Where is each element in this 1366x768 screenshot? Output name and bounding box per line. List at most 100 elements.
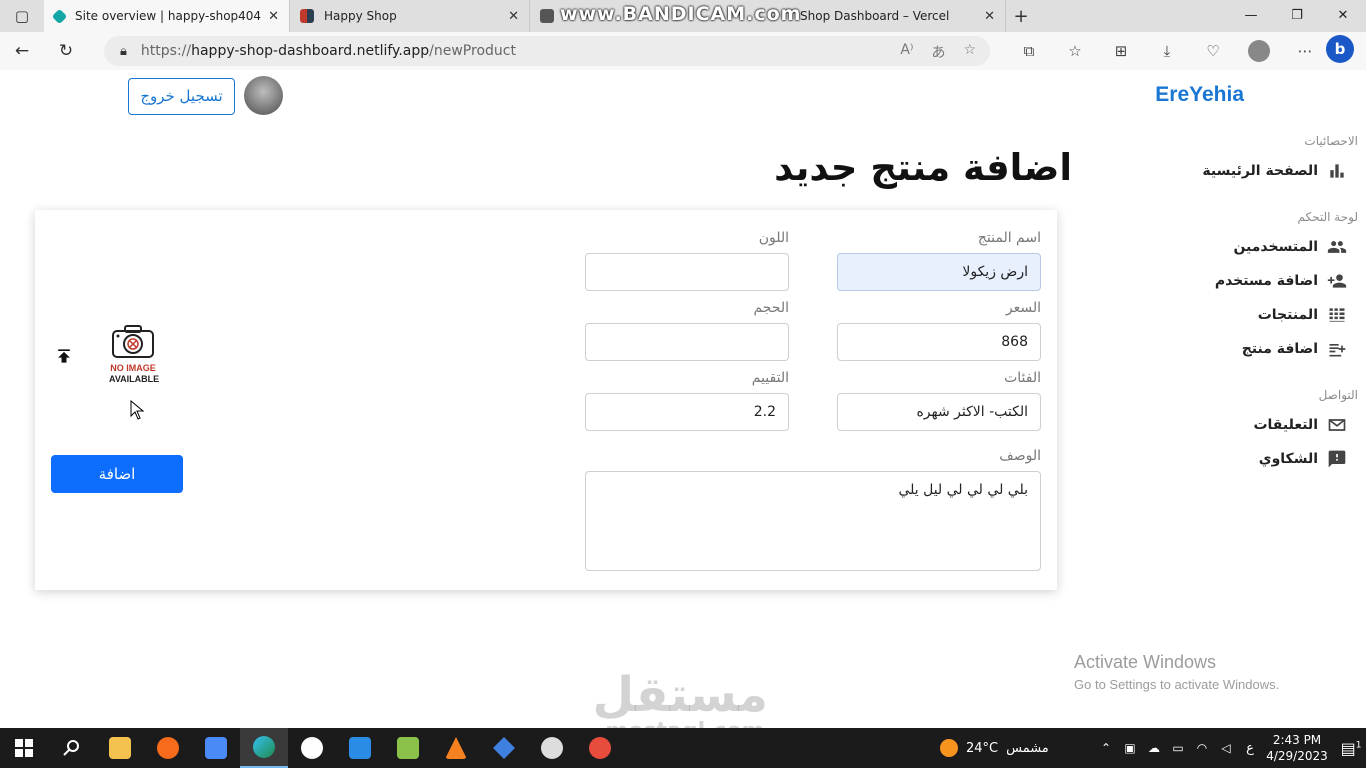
site-watermark: مستقل mostaql.com [592, 670, 768, 729]
refresh-icon[interactable]: ↻ [44, 41, 88, 61]
notifications-icon[interactable]: ▤1 [1336, 739, 1366, 758]
android-studio-icon[interactable] [384, 728, 432, 768]
close-tab-icon[interactable]: ✕ [984, 9, 995, 24]
more-icon[interactable]: ⋯ [1282, 38, 1328, 72]
start-icon[interactable] [0, 728, 48, 768]
recording-watermark: www.BANDICAM.com [560, 3, 802, 25]
tab-happy-shop[interactable]: Happy Shop ✕ [290, 0, 530, 32]
activate-title: Activate Windows [1074, 652, 1217, 672]
product-name-label: اسم المنتج [977, 230, 1041, 246]
weather-widget[interactable]: 24°C مشمس [940, 728, 1049, 768]
network-device-icon[interactable]: ▣ [1118, 741, 1142, 755]
profile-icon[interactable] [1236, 38, 1282, 72]
vlc-icon[interactable] [432, 728, 480, 768]
upload-icon[interactable] [54, 346, 74, 366]
sidebar-item-users[interactable]: المتسخدمين [1122, 230, 1362, 264]
sun-icon [940, 739, 958, 757]
url-scheme: https:// [140, 43, 192, 59]
product-name-input[interactable]: ارض زيكولا [837, 253, 1041, 291]
back-icon[interactable]: ← [0, 41, 44, 61]
minimize-icon[interactable]: — [1228, 0, 1274, 32]
close-tab-icon[interactable]: ✕ [268, 9, 279, 24]
sidebar-item-add-user[interactable]: اضافة مستخدم [1122, 264, 1362, 298]
netlify-favicon-icon [51, 8, 68, 24]
url-path: /newProduct [429, 43, 516, 59]
clock[interactable]: 2:43 PM 4/29/2023 [1262, 732, 1332, 764]
media-player-icon[interactable] [528, 728, 576, 768]
no-image-text: NO IMAGE [110, 363, 156, 373]
bandicam-icon[interactable] [576, 728, 624, 768]
page-title: اضافة منتج جديد [774, 146, 1072, 189]
browser-actions: ⧉ ☆ ⊞ ⤓ ♡ ⋯ [1006, 38, 1328, 72]
close-window-icon[interactable]: ✕ [1320, 0, 1366, 32]
edge-icon[interactable] [240, 728, 288, 768]
read-aloud-icon[interactable]: A⁾ [900, 42, 913, 62]
search-icon[interactable] [48, 728, 96, 768]
windows-taskbar: 24°C مشمس ⌃ ▣ ☁ ▭ ◠ ◁ ع 2:43 PM 4/29/202… [0, 728, 1366, 768]
price-label: السعر [1005, 300, 1041, 316]
workspaces-icon[interactable]: ▢ [0, 0, 44, 32]
wifi-icon[interactable]: ◠ [1190, 741, 1214, 755]
logout-button[interactable]: تسجيل خروج [128, 78, 235, 115]
add-product-button[interactable]: اضافة [51, 455, 183, 493]
downloads-icon[interactable]: ⤓ [1144, 38, 1190, 72]
system-tray: ⌃ ▣ ☁ ▭ ◠ ◁ ع 2:43 PM 4/29/2023 ▤1 [1094, 728, 1366, 768]
sidebar-item-label: اضافة مستخدم [1214, 273, 1318, 289]
tab-site-overview[interactable]: Site overview | happy-shop404 ✕ [44, 0, 290, 32]
sidebar-item-label: التعليقات [1253, 417, 1318, 433]
activate-subtitle: Go to Settings to activate Windows. [1074, 677, 1280, 692]
price-input[interactable]: 868 [837, 323, 1041, 361]
weather-temp: 24°C [966, 740, 999, 756]
category-input[interactable]: الكتب- الاكثر شهره [837, 393, 1041, 431]
app-icon[interactable] [480, 728, 528, 768]
close-tab-icon[interactable]: ✕ [508, 9, 519, 24]
users-icon [1326, 236, 1348, 258]
translate-icon[interactable]: あ [931, 42, 945, 62]
watermark-english: mostaql.com [602, 720, 768, 729]
sidebar-item-complaints[interactable]: الشكاوي [1122, 442, 1362, 476]
brand-logo[interactable]: EreYehia [1155, 83, 1244, 107]
brave-browser-icon[interactable] [144, 728, 192, 768]
sidebar-section-stats: الاحصائيات [1304, 134, 1358, 148]
sidebar-item-products[interactable]: المنتجات [1122, 298, 1362, 332]
collections-icon[interactable]: ⊞ [1098, 38, 1144, 72]
sidebar-item-label: الشكاوي [1258, 451, 1318, 467]
whatsapp-icon[interactable] [288, 728, 336, 768]
add-favorite-icon[interactable]: ☆ [963, 42, 976, 62]
vscode-icon[interactable] [336, 728, 384, 768]
file-explorer-icon[interactable] [96, 728, 144, 768]
color-input[interactable] [585, 253, 789, 291]
bar-chart-icon [1326, 160, 1348, 182]
notification-count: 1 [1355, 740, 1362, 751]
grid-icon [1326, 304, 1348, 326]
add-user-icon [1326, 270, 1348, 292]
favorites-icon[interactable]: ☆ [1052, 38, 1098, 72]
performance-icon[interactable]: ♡ [1190, 38, 1236, 72]
cloud-icon[interactable]: ☁ [1142, 741, 1166, 755]
extensions-icon[interactable]: ⧉ [1006, 38, 1052, 72]
maximize-icon[interactable]: ❐ [1274, 0, 1320, 32]
sidebar-item-label: المنتجات [1257, 307, 1318, 323]
mail-icon [1326, 414, 1348, 436]
address-bar[interactable]: 🔒︎ https://happy-shop-dashboard.netlify.… [104, 36, 990, 66]
clock-time: 2:43 PM [1272, 733, 1322, 747]
browser-toolbar: ← ↻ 🔒︎ https://happy-shop-dashboard.netl… [0, 32, 1366, 70]
language-indicator[interactable]: ع [1238, 741, 1262, 756]
sidebar-item-home[interactable]: الصفحة الرئيسية [1122, 154, 1362, 188]
volume-icon[interactable]: ◁ [1214, 741, 1238, 755]
bing-icon[interactable]: b [1326, 35, 1354, 63]
rating-input[interactable]: 2.2 [585, 393, 789, 431]
sidebar-item-comments[interactable]: التعليقات [1122, 408, 1362, 442]
new-tab-icon[interactable]: + [1006, 6, 1036, 27]
sidebar-item-add-product[interactable]: اضافة منتج [1122, 332, 1362, 366]
chevron-up-icon[interactable]: ⌃ [1094, 741, 1118, 755]
sidebar-item-label: الصفحة الرئيسية [1202, 163, 1318, 179]
battery-icon[interactable]: ▭ [1166, 741, 1190, 755]
user-avatar[interactable] [244, 76, 283, 115]
description-textarea[interactable]: بلي لي لي لي ليل يلي [585, 471, 1041, 571]
no-image-placeholder[interactable]: NO IMAGE AVAILABLE [109, 325, 159, 391]
new-product-form: اسم المنتج ارض زيكولا اللون السعر 868 ال… [35, 210, 1057, 590]
google-icon[interactable] [192, 728, 240, 768]
size-input[interactable] [585, 323, 789, 361]
activate-windows-notice: Activate Windows Go to Settings to activ… [1074, 652, 1279, 692]
